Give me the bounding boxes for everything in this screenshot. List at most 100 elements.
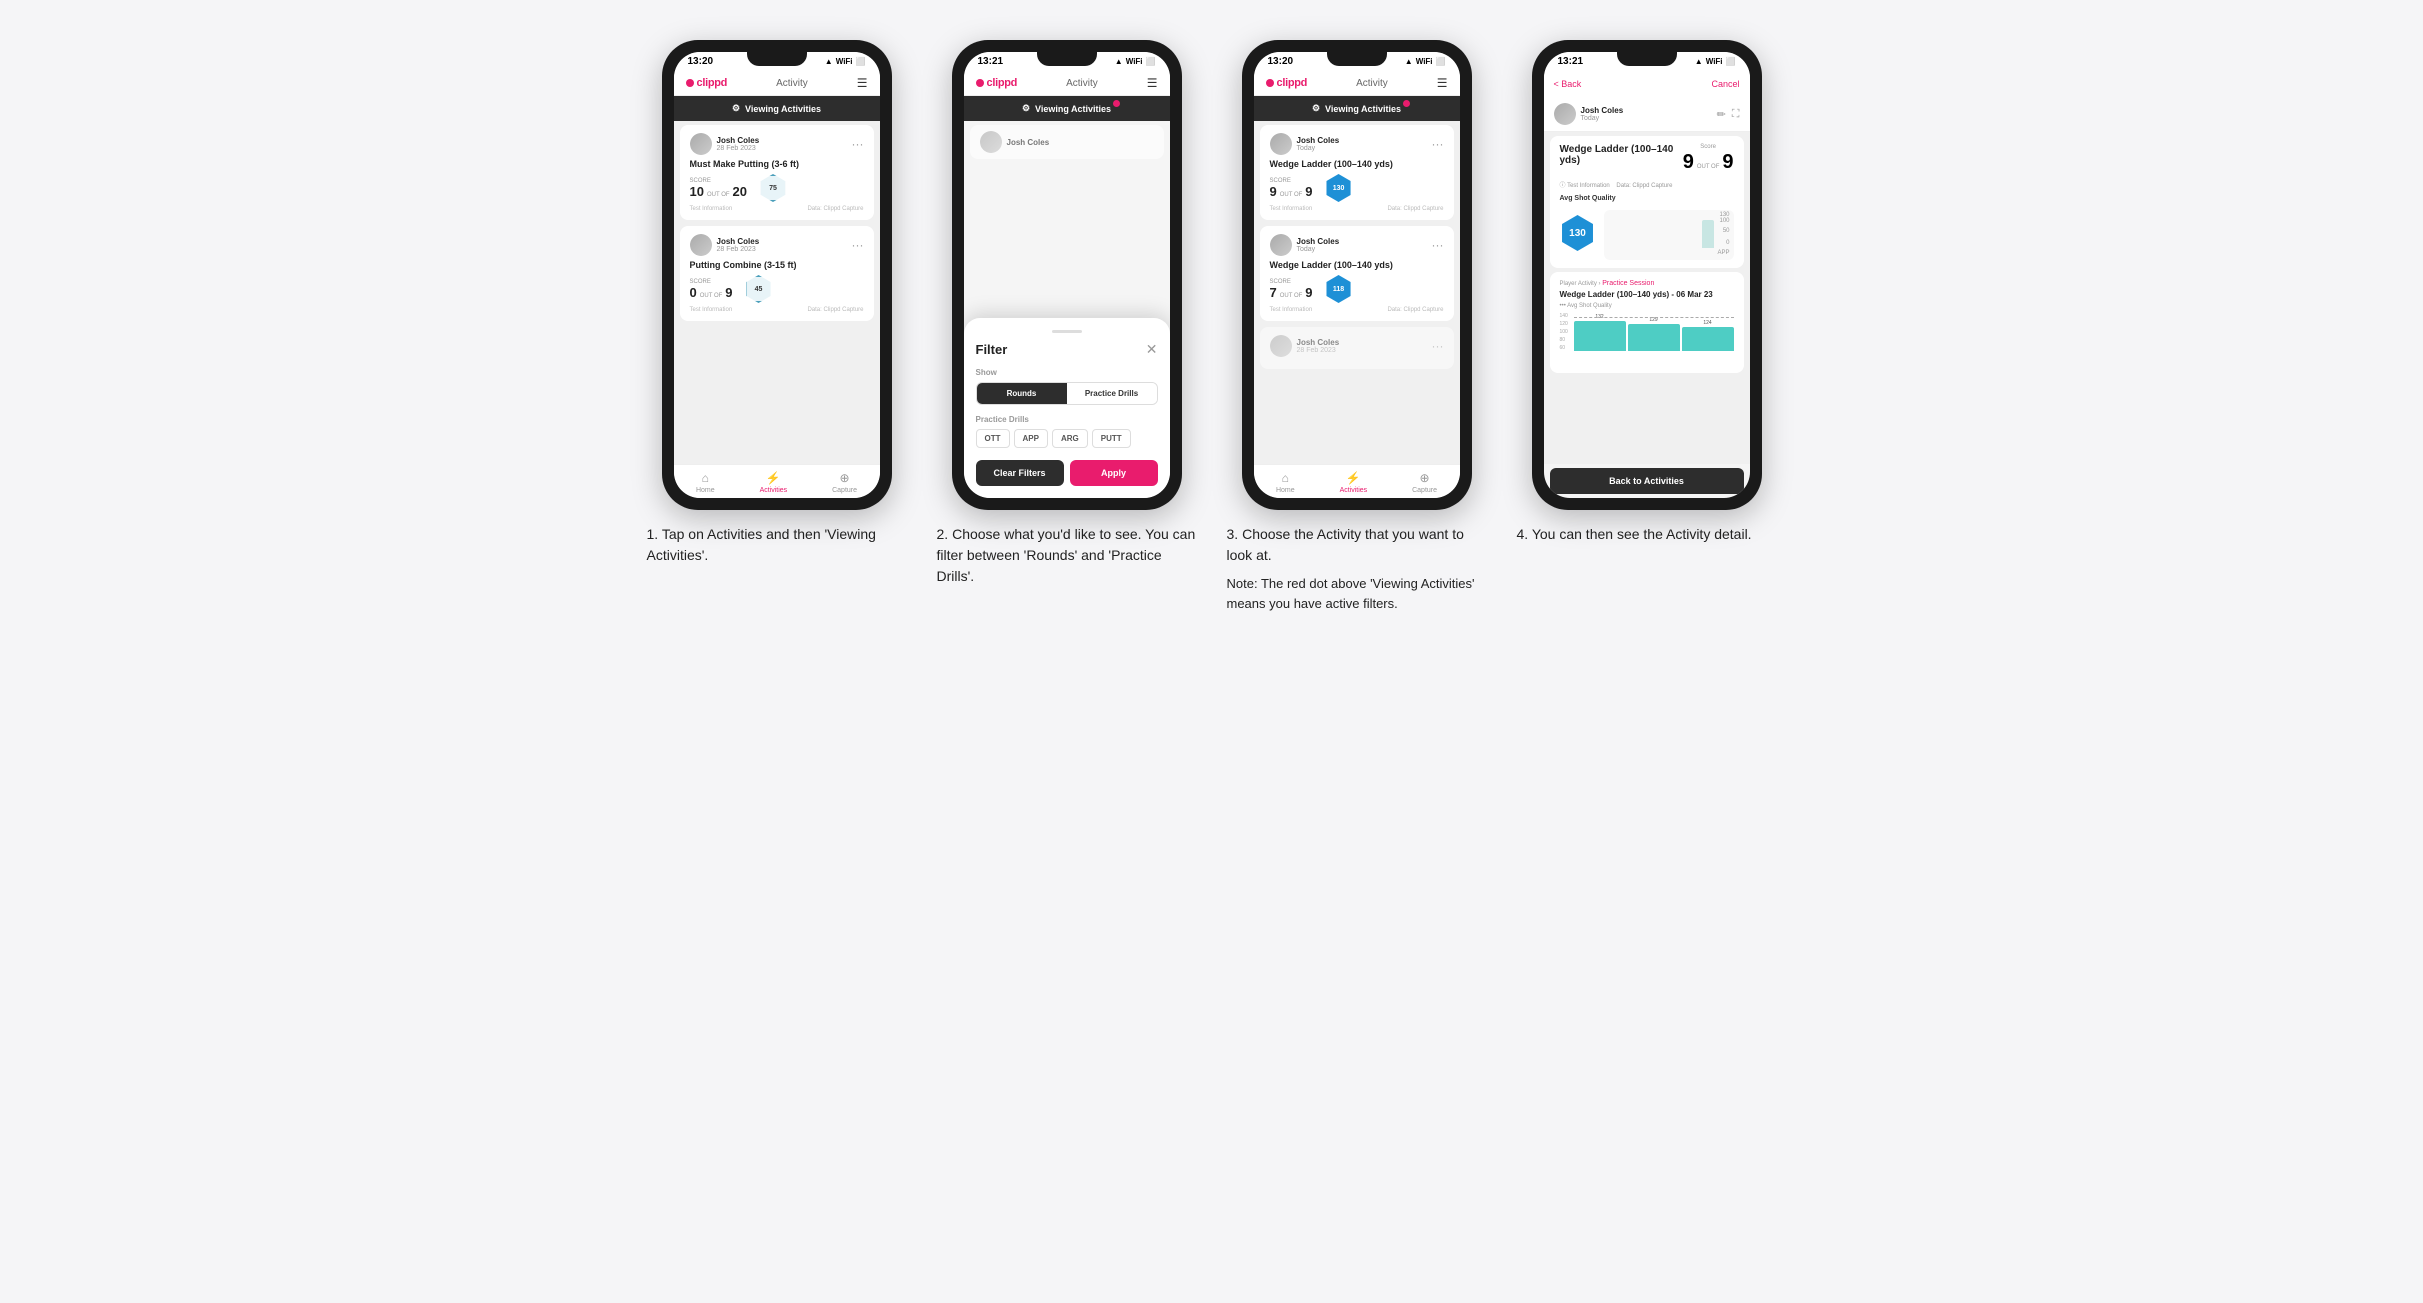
phone-screen-3: 13:20 ▲WiFi⬜ clippd Activity ☰ ⚙ xyxy=(1254,52,1460,498)
avatar-3-3 xyxy=(1270,335,1292,357)
step-3-caption: 3. Choose the Activity that you want to … xyxy=(1227,524,1487,613)
cancel-button-4[interactable]: Cancel xyxy=(1711,79,1739,89)
nav-activities-3[interactable]: ⚡ Activities xyxy=(1340,471,1368,494)
activity-card-1-1[interactable]: Josh Coles 28 Feb 2023 ··· Must Make Put… xyxy=(680,125,874,220)
card-header-1-2: Josh Coles 28 Feb 2023 ··· xyxy=(690,234,864,256)
back-button-4[interactable]: < Back xyxy=(1554,79,1582,89)
chart-bar-4 xyxy=(1702,220,1714,248)
step-1-caption: 1. Tap on Activities and then 'Viewing A… xyxy=(647,524,907,566)
expand-icon-4[interactable]: ⛶ xyxy=(1732,108,1740,121)
detail-user-name-4: Josh Coles xyxy=(1581,106,1624,115)
avg-sq-label-4: Avg Shot Quality xyxy=(1560,195,1734,202)
nav-home-3[interactable]: ⌂ Home xyxy=(1276,471,1295,494)
bottom-nav-3: ⌂ Home ⚡ Activities ⊕ Capture xyxy=(1254,464,1460,498)
filter-drills-label-2: Practice Drills xyxy=(976,415,1158,424)
step-2: 13:21 ▲WiFi⬜ clippd Activity ☰ ⚙ xyxy=(937,40,1197,613)
chart-low-4: 50 xyxy=(1723,228,1730,234)
step-number-1: 1. xyxy=(647,526,659,542)
viewing-banner-2[interactable]: ⚙ Viewing Activities xyxy=(964,96,1170,121)
activity-card-3-2[interactable]: Josh Coles Today ··· Wedge Ladder (100–1… xyxy=(1260,226,1454,321)
step-4: 13:21 ▲WiFi⬜ < Back Cancel Josh Coles xyxy=(1517,40,1777,613)
hamburger-menu-1[interactable]: ☰ xyxy=(857,76,868,90)
more-options-3-1[interactable]: ··· xyxy=(1432,137,1444,151)
filter-tab-rounds-2[interactable]: Rounds xyxy=(977,383,1067,404)
detail-user-info-4: Josh Coles Today xyxy=(1554,103,1624,125)
score-stat-1-2: Score 0 OUT OF 9 xyxy=(690,279,733,300)
drill-tag-arg-2[interactable]: ARG xyxy=(1052,429,1088,448)
hamburger-menu-2[interactable]: ☰ xyxy=(1147,76,1158,90)
detail-title-row-4: Wedge Ladder (100–140 yds) Score 9 OUT O… xyxy=(1560,144,1734,174)
avatar-3-2 xyxy=(1270,234,1292,256)
partial-user-info-2: Josh Coles xyxy=(980,131,1154,153)
chart-zero-4: 0 xyxy=(1726,240,1729,246)
stats-row-3-1: Score 9 OUT OF 9 130 xyxy=(1270,174,1444,202)
chart-axis-label-4: APP xyxy=(1717,250,1729,256)
logo-dot-1 xyxy=(686,79,694,87)
more-options-1-1[interactable]: ··· xyxy=(852,137,864,151)
bar-1-4 xyxy=(1574,321,1626,351)
step-text-4: You can then see the Activity detail. xyxy=(1532,526,1752,542)
clear-filters-button-2[interactable]: Clear Filters xyxy=(976,460,1064,486)
card-header-3-1: Josh Coles Today ··· xyxy=(1270,133,1444,155)
partial-user-name-2: Josh Coles xyxy=(1007,138,1050,147)
bottom-nav-1: ⌂ Home ⚡ Activities ⊕ Capture xyxy=(674,464,880,498)
detail-header-4: < Back Cancel xyxy=(1544,71,1750,97)
back-to-activities-button-4[interactable]: Back to Activities xyxy=(1550,468,1744,494)
filter-header-2: Filter ✕ xyxy=(976,341,1158,358)
activity-title-1-2: Putting Combine (3-15 ft) xyxy=(690,260,864,270)
step-number-2: 2. xyxy=(937,526,949,542)
filter-tab-practice-2[interactable]: Practice Drills xyxy=(1067,383,1157,404)
partial-card-2: Josh Coles xyxy=(970,125,1164,159)
shot-quality-1-2: 45 xyxy=(745,275,773,303)
more-options-1-2[interactable]: ··· xyxy=(852,238,864,252)
status-bar-4: 13:21 ▲WiFi⬜ xyxy=(1544,52,1750,71)
user-name-3-1: Josh Coles xyxy=(1297,136,1340,145)
settings-icon-2: ⚙ xyxy=(1022,103,1030,114)
drill-tag-putt-2[interactable]: PUTT xyxy=(1092,429,1131,448)
more-options-3-2[interactable]: ··· xyxy=(1432,238,1444,252)
viewing-banner-1[interactable]: ⚙ Viewing Activities xyxy=(674,96,880,121)
red-dot-2 xyxy=(1113,100,1120,107)
bar-3-4 xyxy=(1682,327,1734,351)
detail-content-4: Wedge Ladder (100–140 yds) Score 9 OUT O… xyxy=(1544,132,1750,464)
activity-card-3-3[interactable]: Josh Coles 28 Feb 2023 ··· xyxy=(1260,327,1454,369)
drill-tag-app-2[interactable]: APP xyxy=(1014,429,1048,448)
viewing-banner-3[interactable]: ⚙ Viewing Activities xyxy=(1254,96,1460,121)
header-center-3: Activity xyxy=(1356,78,1388,89)
red-dot-3 xyxy=(1403,100,1410,107)
filter-title-2: Filter xyxy=(976,342,1008,357)
logo-3: clippd xyxy=(1266,77,1308,89)
user-info-3-3: Josh Coles 28 Feb 2023 xyxy=(1270,335,1340,357)
status-bar-3: 13:20 ▲WiFi⬜ xyxy=(1254,52,1460,71)
shot-quality-3-1: 130 xyxy=(1325,174,1353,202)
card-footer-1-2: Test Information Data: Clippd Capture xyxy=(690,307,864,313)
sq-hexagon-4: 130 xyxy=(1560,215,1596,251)
shots-value-4: 9 xyxy=(1722,151,1733,174)
more-options-3-3[interactable]: ··· xyxy=(1432,339,1444,353)
nav-capture-1[interactable]: ⊕ Capture xyxy=(832,471,857,494)
filter-handle-2 xyxy=(1052,330,1082,333)
filter-close-button-2[interactable]: ✕ xyxy=(1146,341,1158,358)
drill-tag-ott-2[interactable]: OTT xyxy=(976,429,1010,448)
phone-shell-1: 13:20 ▲WiFi⬜ clippd Activity ☰ ⚙ xyxy=(662,40,892,510)
avatar-3-1 xyxy=(1270,133,1292,155)
time-1: 13:20 xyxy=(688,56,714,67)
user-info-3-2: Josh Coles Today xyxy=(1270,234,1340,256)
nav-activities-1[interactable]: ⚡ Activities xyxy=(760,471,788,494)
activity-card-1-2[interactable]: Josh Coles 28 Feb 2023 ··· Putting Combi… xyxy=(680,226,874,321)
apply-button-2[interactable]: Apply xyxy=(1070,460,1158,486)
user-name-3-2: Josh Coles xyxy=(1297,237,1340,246)
step-number-3: 3. xyxy=(1227,526,1239,542)
edit-icon-4[interactable]: ✏ xyxy=(1717,108,1726,121)
detail-practice-card-4: Player Activity › Practice Session Wedge… xyxy=(1550,272,1744,373)
stats-row-3-2: Score 7 OUT OF 9 118 xyxy=(1270,275,1444,303)
phone-screen-2: 13:21 ▲WiFi⬜ clippd Activity ☰ ⚙ xyxy=(964,52,1170,498)
app-header-3: clippd Activity ☰ xyxy=(1254,71,1460,96)
notch-1 xyxy=(747,52,807,66)
step-2-caption: 2. Choose what you'd like to see. You ca… xyxy=(937,524,1197,587)
filter-tabs-2: Rounds Practice Drills xyxy=(976,382,1158,405)
activity-card-3-1[interactable]: Josh Coles Today ··· Wedge Ladder (100–1… xyxy=(1260,125,1454,220)
nav-home-1[interactable]: ⌂ Home xyxy=(696,471,715,494)
hamburger-menu-3[interactable]: ☰ xyxy=(1437,76,1448,90)
nav-capture-3[interactable]: ⊕ Capture xyxy=(1412,471,1437,494)
